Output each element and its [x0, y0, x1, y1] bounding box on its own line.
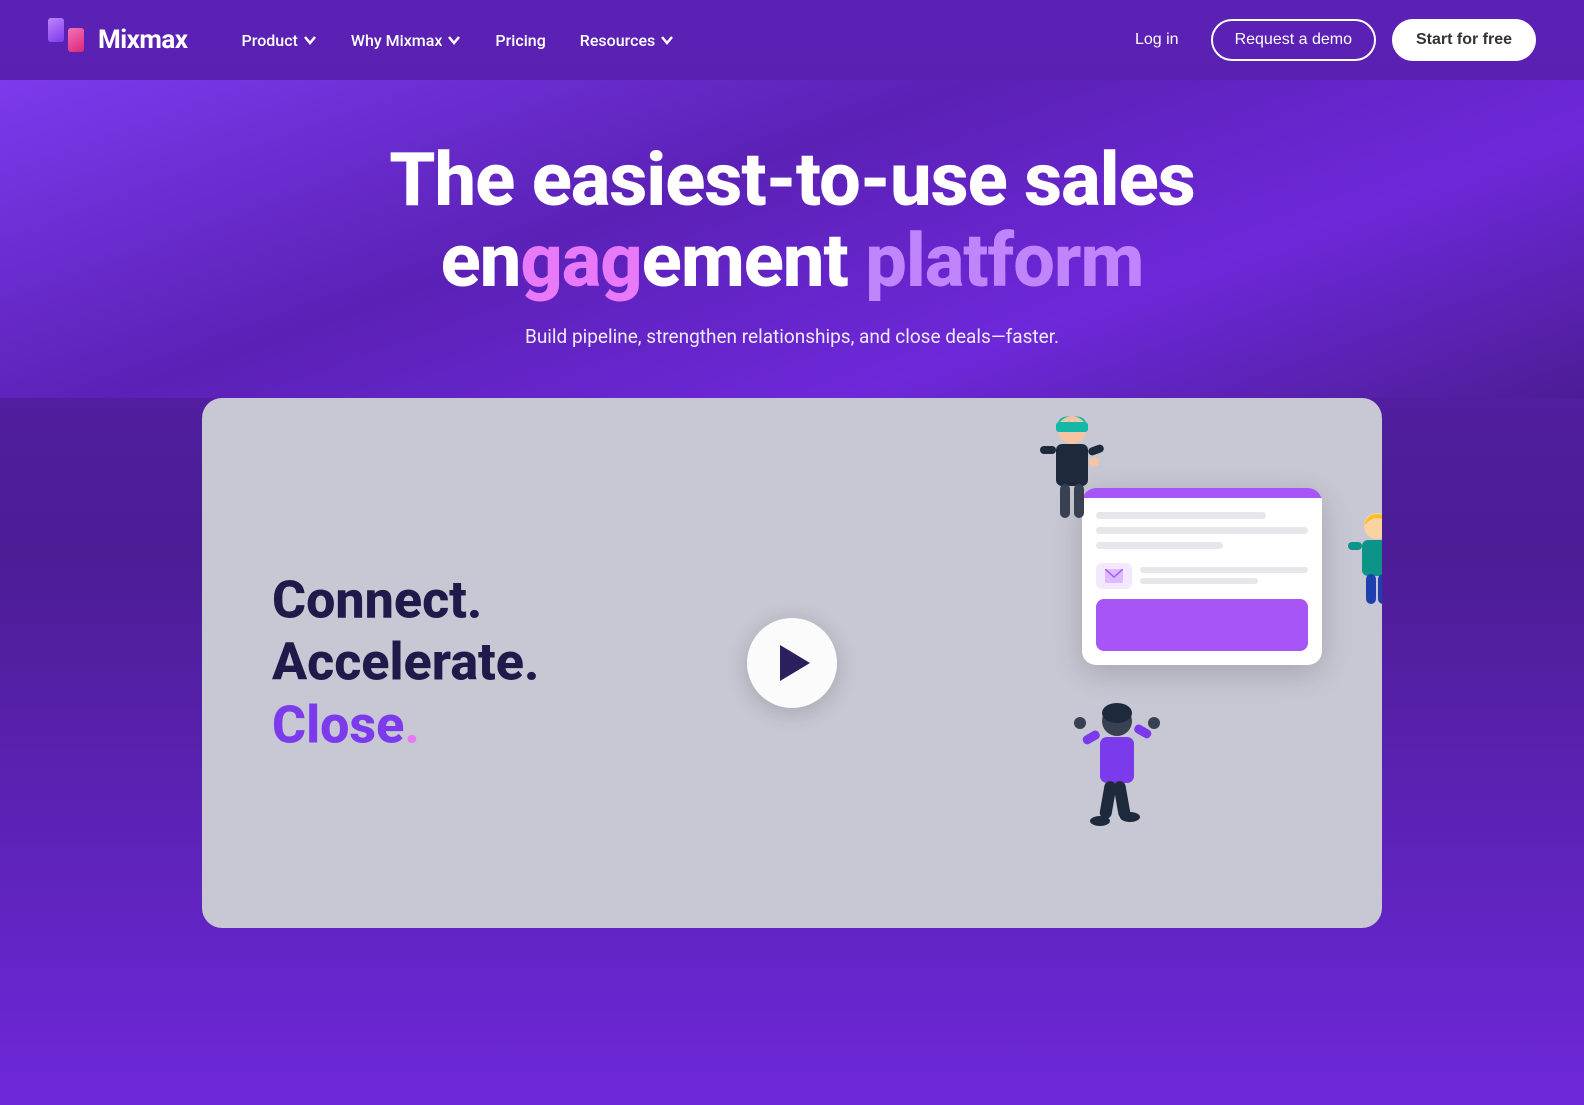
- nav-links: Product Why Mixmax Pricing Resources: [228, 23, 1119, 58]
- chevron-down-icon-3: [660, 33, 674, 47]
- illustration-area: [1052, 488, 1352, 665]
- start-free-button[interactable]: Start for free: [1392, 19, 1536, 61]
- video-taglines: Connect. Accelerate. Close.: [272, 569, 539, 756]
- card-content: [1082, 498, 1322, 665]
- email-line-1: [1140, 567, 1308, 573]
- person-2-svg: [1342, 508, 1382, 628]
- card-line-1: [1096, 512, 1266, 519]
- person-figure-1: [1032, 408, 1112, 552]
- hero-headline: The easiest-to-use sales engagement plat…: [48, 140, 1536, 303]
- card-email-row: [1096, 563, 1308, 589]
- tagline-close: Close.: [272, 694, 539, 756]
- close-word: Close: [272, 694, 404, 755]
- logo[interactable]: Mixmax: [48, 18, 188, 62]
- email-icon-box: [1096, 563, 1132, 589]
- nav-item-resources[interactable]: Resources: [566, 23, 689, 58]
- eng-gag: gag: [520, 218, 641, 305]
- close-dot: .: [404, 694, 419, 755]
- ui-mockup-card: [1082, 488, 1322, 665]
- video-section: Connect. Accelerate. Close.: [0, 398, 1584, 928]
- navbar: Mixmax Product Why Mixmax Pricing Resour…: [0, 0, 1584, 80]
- hero-section: The easiest-to-use sales engagement plat…: [0, 80, 1584, 398]
- logo-icon: [48, 18, 88, 62]
- tagline-connect: Connect.: [272, 569, 539, 631]
- card-purple-block: [1096, 599, 1308, 651]
- nav-right: Log in Request a demo Start for free: [1119, 19, 1536, 61]
- email-text-lines: [1140, 567, 1308, 584]
- card-line-3: [1096, 542, 1223, 549]
- nav-resources-label: Resources: [580, 31, 656, 50]
- person-figure-2: [1342, 508, 1382, 632]
- play-button[interactable]: [747, 618, 837, 708]
- chevron-down-icon-2: [447, 33, 461, 47]
- email-icon: [1105, 569, 1123, 583]
- play-icon: [780, 645, 810, 681]
- nav-why-label: Why Mixmax: [351, 31, 443, 50]
- hero-headline-line1: The easiest-to-use sales: [389, 137, 1194, 224]
- person-3-svg: [1072, 701, 1162, 861]
- person-figure-3: [1072, 701, 1162, 865]
- platform-word: platform: [865, 218, 1143, 305]
- chevron-down-icon: [303, 33, 317, 47]
- email-line-2: [1140, 578, 1258, 584]
- nav-pricing-label: Pricing: [495, 31, 545, 50]
- request-demo-button[interactable]: Request a demo: [1211, 19, 1376, 61]
- nav-item-product[interactable]: Product: [228, 23, 331, 58]
- nav-item-pricing[interactable]: Pricing: [481, 23, 559, 58]
- login-button[interactable]: Log in: [1119, 23, 1195, 57]
- tagline-accelerate: Accelerate.: [272, 632, 539, 694]
- nav-product-label: Product: [242, 31, 298, 50]
- card-line-2: [1096, 527, 1308, 534]
- eng-prefix: en: [441, 218, 521, 305]
- hero-subtitle: Build pipeline, strengthen relationships…: [48, 325, 1536, 348]
- card-header-bar: [1082, 488, 1322, 498]
- eng-suffix: ement: [642, 218, 866, 305]
- nav-item-why-mixmax[interactable]: Why Mixmax: [337, 23, 476, 58]
- video-card: Connect. Accelerate. Close.: [202, 398, 1382, 928]
- person-1-svg: [1032, 408, 1112, 548]
- brand-name: Mixmax: [98, 25, 188, 55]
